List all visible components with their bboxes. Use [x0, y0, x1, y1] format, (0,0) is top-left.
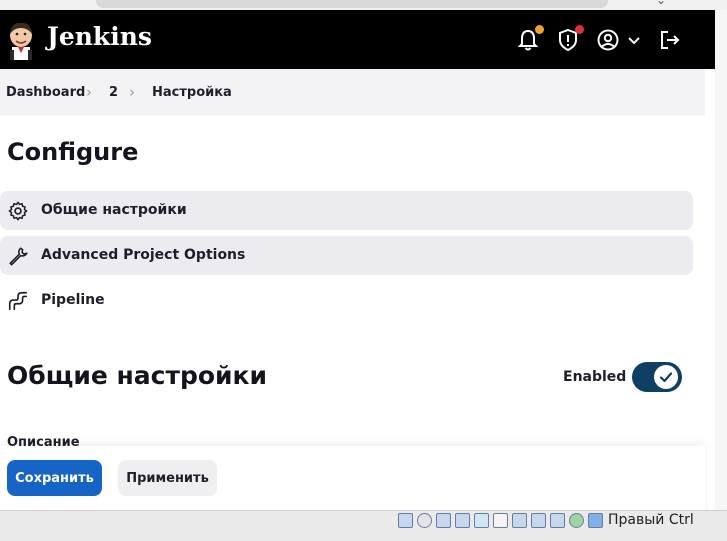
shared-folders-icon[interactable]	[493, 513, 508, 528]
nav-item-pipeline[interactable]: Pipeline	[0, 281, 693, 320]
breadcrumb-dashboard[interactable]: Dashboard	[6, 85, 85, 100]
apply-button[interactable]: Применить	[118, 460, 217, 496]
save-button[interactable]: Сохранить	[7, 460, 102, 496]
jenkins-header: Jenkins	[0, 10, 715, 69]
nav-item-advanced[interactable]: Advanced Project Options	[0, 236, 693, 275]
brand-name[interactable]: Jenkins	[47, 22, 152, 51]
guest-additions-icon[interactable]	[569, 513, 584, 528]
nav-label-general: Общие настройки	[41, 202, 187, 218]
usb-icon[interactable]	[474, 513, 489, 528]
mouse-integration-icon[interactable]	[588, 513, 603, 528]
wrench-icon	[9, 247, 28, 266]
nav-item-general[interactable]: Общие настройки	[0, 191, 693, 230]
optical-drive-icon[interactable]	[417, 513, 432, 528]
display-icon[interactable]	[512, 513, 527, 528]
browser-menu-chevron-icon[interactable]: ⌄	[656, 0, 666, 7]
scrollbar-track[interactable]	[715, 10, 727, 520]
host-key-label: Правый Ctrl	[608, 512, 694, 528]
toggle-knob	[654, 365, 678, 389]
browser-top-strip: ⌄	[0, 0, 727, 10]
logout-icon[interactable]	[657, 27, 683, 53]
form-action-bar: Сохранить Применить	[0, 446, 705, 510]
vm-status-bar: Правый Ctrl	[0, 510, 727, 541]
nav-label-advanced: Advanced Project Options	[41, 247, 246, 263]
recording-icon[interactable]	[531, 513, 546, 528]
security-alert-badge	[575, 25, 584, 34]
chevron-right-icon: ›	[129, 83, 135, 101]
user-icon[interactable]	[595, 27, 621, 53]
chevron-right-icon: ›	[86, 83, 92, 101]
enabled-toggle[interactable]	[632, 362, 682, 392]
audio-icon[interactable]	[436, 513, 451, 528]
chevron-down-icon[interactable]	[624, 27, 644, 53]
pipeline-icon	[8, 291, 28, 311]
breadcrumb: Dashboard › 2 › Настройка	[0, 69, 705, 115]
page-title: Configure	[7, 138, 139, 166]
breadcrumb-job[interactable]: 2	[109, 85, 118, 100]
breadcrumb-configure[interactable]: Настройка	[152, 85, 232, 100]
enabled-label: Enabled	[563, 369, 627, 385]
browser-viewport: Jenkins Dashboard › 2 › Настройка Config…	[0, 10, 715, 510]
jenkins-logo[interactable]	[6, 20, 36, 60]
address-bar[interactable]	[96, 0, 608, 8]
nav-label-pipeline: Pipeline	[41, 292, 105, 308]
cpu-icon[interactable]	[550, 513, 565, 528]
check-icon	[659, 372, 673, 383]
hdd-icon[interactable]	[398, 513, 413, 528]
network-icon[interactable]	[455, 513, 470, 528]
notification-badge	[535, 25, 544, 34]
gear-icon	[8, 201, 28, 221]
section-title: Общие настройки	[7, 361, 268, 390]
